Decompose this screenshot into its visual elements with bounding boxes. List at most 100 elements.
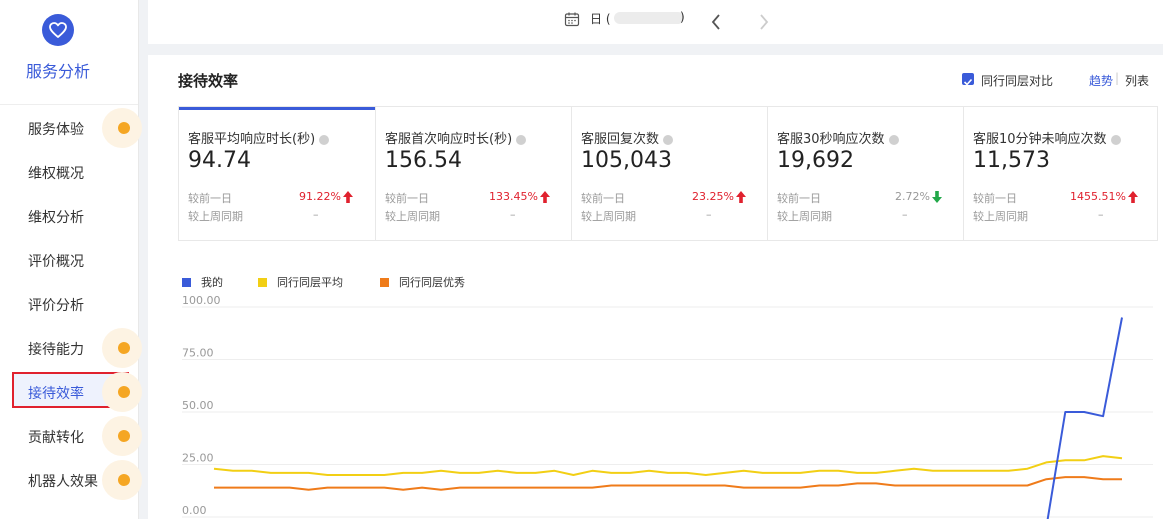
legend-label: 我的 (201, 276, 223, 289)
week-change: – (706, 208, 712, 221)
notification-dot (118, 474, 130, 486)
arrow-up-icon (540, 191, 550, 203)
compare-checkbox[interactable] (962, 73, 974, 86)
kpi-cards: 客服平均响应时长(秒) 94.74 较前一日 91.22% 较上周同期 – 客服首次响应时长… (178, 106, 1158, 241)
calendar-icon[interactable] (564, 11, 580, 27)
week-compare-label: 较上周同期 (581, 210, 636, 223)
y-tick-label: 100.00 (182, 295, 221, 307)
sidebar-item[interactable]: 评价概况 (0, 238, 138, 282)
arrow-up-icon (736, 191, 746, 203)
sidebar-item-label: 接待效率 (28, 386, 84, 402)
week-compare-label: 较上周同期 (777, 210, 832, 223)
sidebar-item[interactable]: 接待能力 (0, 326, 142, 370)
trend-line-chart: 100.00 75.00 50.00 25.00 0.00 (182, 295, 1153, 519)
kpi-card[interactable]: 客服首次响应时长(秒) 156.54 较前一日 133.45% 较上周同期 – (375, 107, 572, 240)
notification-dot (118, 430, 130, 442)
sidebar-item[interactable]: 维权概况 (0, 150, 138, 194)
week-change: – (1098, 208, 1104, 221)
kpi-card[interactable]: 客服30秒响应次数 19,692 较前一日 2.72% 较上周同期 – (767, 107, 964, 240)
sidebar-item[interactable]: 机器人效果 (0, 458, 142, 502)
kpi-card[interactable]: 客服10分钟未响应次数 11,573 较前一日 1455.51% 较上周同期 – (963, 107, 1160, 240)
series-line (1046, 317, 1123, 519)
sidebar-item-label: 维权概况 (28, 166, 84, 182)
panel-title: 接待效率 (178, 72, 239, 90)
notification-dot (118, 122, 130, 134)
reception-efficiency-panel: 接待效率 同行同层对比 趋势 | 列表 客服平均响应时长(秒) 94.74 较前一日… (148, 55, 1163, 519)
sidebar-item[interactable]: 维权分析 (0, 194, 138, 238)
day-compare-label: 较前一日 (581, 192, 625, 205)
help-icon[interactable] (663, 134, 674, 145)
kpi-value: 105,043 (581, 148, 672, 173)
y-tick-label: 50.00 (182, 399, 214, 412)
kpi-card[interactable]: 客服平均响应时长(秒) 94.74 较前一日 91.22% 较上周同期 – (179, 107, 375, 240)
app-title: 服务分析 (25, 62, 90, 81)
legend-swatch (182, 278, 191, 287)
help-icon[interactable] (319, 134, 330, 145)
sidebar-item-label: 维权分析 (28, 210, 84, 226)
help-icon[interactable] (516, 134, 527, 145)
y-tick-label: 25.00 (182, 452, 214, 465)
y-tick-label: 0.00 (182, 504, 207, 517)
date-value-redacted (614, 12, 684, 24)
legend-item[interactable]: 同行同层平均 (258, 274, 343, 290)
checkmark-icon (963, 78, 973, 86)
legend-item[interactable]: 我的 (182, 274, 223, 290)
chevron-right-icon[interactable] (758, 12, 770, 32)
day-change: 91.22% (299, 190, 341, 203)
selected-indicator (179, 107, 375, 110)
help-icon[interactable] (1110, 134, 1121, 145)
view-list-toggle[interactable]: 列表 (1125, 72, 1149, 89)
arrow-up-icon (343, 191, 353, 203)
kpi-name: 客服首次响应时长(秒) (385, 128, 527, 147)
week-compare-label: 较上周同期 (973, 210, 1028, 223)
kpi-value: 94.74 (188, 148, 251, 173)
sidebar-item-label: 机器人效果 (28, 474, 98, 490)
sidebar-item[interactable]: 接待效率 (0, 370, 142, 414)
day-compare-label: 较前一日 (385, 192, 429, 205)
legend-swatch (380, 278, 389, 287)
arrow-up-icon (1128, 191, 1138, 203)
legend-label: 同行同层平均 (277, 276, 343, 289)
legend-swatch (258, 278, 267, 287)
chevron-left-icon[interactable] (710, 12, 722, 32)
view-trend-toggle[interactable]: 趋势 (1089, 72, 1113, 89)
legend-item[interactable]: 同行同层优秀 (380, 274, 465, 290)
kpi-value: 11,573 (973, 148, 1050, 173)
arrow-down-icon (932, 191, 942, 203)
date-picker-label[interactable]: 日 ( (590, 10, 611, 27)
week-change: – (510, 208, 516, 221)
day-change: 2.72% (895, 190, 930, 203)
sidebar-divider (0, 104, 138, 105)
day-change: 23.25% (692, 190, 734, 203)
kpi-value: 19,692 (777, 148, 854, 173)
legend-label: 同行同层优秀 (399, 276, 465, 289)
y-tick-label: 75.00 (182, 347, 214, 360)
notification-dot (118, 386, 130, 398)
day-compare-label: 较前一日 (777, 192, 821, 205)
day-compare-label: 较前一日 (973, 192, 1017, 205)
sidebar-item-label: 服务体验 (28, 122, 84, 138)
day-compare-label: 较前一日 (188, 192, 232, 205)
kpi-card[interactable]: 客服回复次数 105,043 较前一日 23.25% 较上周同期 – (571, 107, 768, 240)
notification-dot (118, 342, 130, 354)
sidebar-item[interactable]: 评价分析 (0, 282, 138, 326)
compare-label[interactable]: 同行同层对比 (981, 72, 1053, 89)
day-change: 1455.51% (1070, 190, 1126, 203)
sidebar-item-label: 接待能力 (28, 342, 84, 358)
sidebar-item-label: 评价分析 (28, 298, 84, 314)
week-change: – (313, 208, 319, 221)
kpi-value: 156.54 (385, 148, 462, 173)
sidebar: 服务分析 服务体验维权概况维权分析评价概况评价分析接待能力接待效率贡献转化机器人… (0, 0, 142, 519)
help-icon[interactable] (888, 134, 899, 145)
day-change: 133.45% (489, 190, 538, 203)
sidebar-item[interactable]: 服务体验 (0, 106, 142, 150)
view-separator: | (1115, 71, 1120, 85)
heart-logo-icon (42, 14, 74, 46)
week-compare-label: 较上周同期 (385, 210, 440, 223)
kpi-name: 客服10分钟未响应次数 (973, 128, 1121, 147)
series-line (214, 476, 1122, 491)
kpi-name: 客服平均响应时长(秒) (188, 128, 330, 147)
sidebar-item-label: 贡献转化 (28, 430, 84, 446)
kpi-name: 客服30秒响应次数 (777, 128, 899, 147)
sidebar-item[interactable]: 贡献转化 (0, 414, 142, 458)
